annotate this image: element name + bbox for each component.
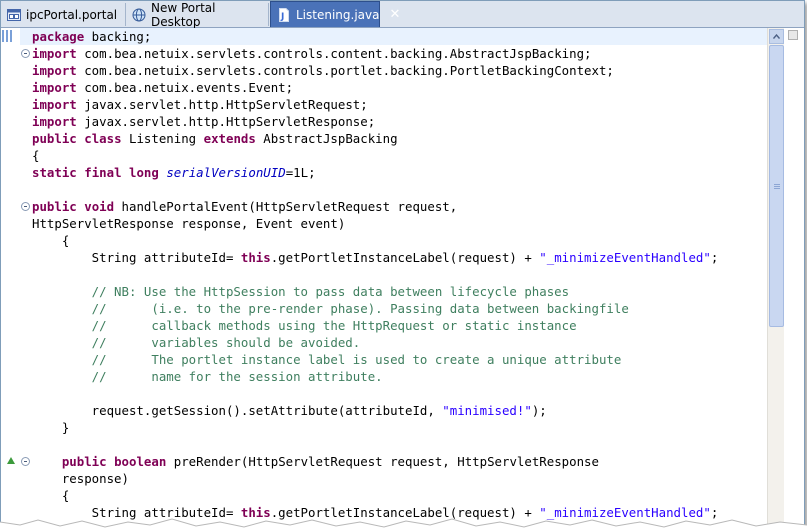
fold-toggle-icon[interactable]	[21, 202, 30, 211]
chevron-up-icon	[773, 34, 780, 39]
scrollbar-thumb[interactable]	[769, 45, 784, 327]
close-icon[interactable]: ✕	[389, 7, 400, 22]
java-file-icon: J	[279, 7, 289, 22]
tab-label: ipcPortal.portal	[26, 7, 118, 22]
tab-ipcportal-portal[interactable]: ipcPortal.portal	[1, 3, 126, 26]
code-line: {	[32, 148, 40, 163]
code-text-area[interactable]: package backing; import com.bea.netuix.s…	[20, 28, 779, 527]
fold-toggle-icon[interactable]	[21, 49, 30, 58]
grip-icon	[774, 184, 780, 189]
code-line: request.getSession().setAttribute(attrib…	[32, 403, 547, 418]
tab-listening-java[interactable]: J Listening.java ✕	[270, 1, 400, 27]
torn-edge	[0, 518, 807, 532]
code-line: {	[32, 233, 70, 248]
code-editor[interactable]: package backing; import com.bea.netuix.s…	[1, 28, 804, 527]
code-line: public class Listening extends AbstractJ…	[32, 131, 398, 146]
code-comment: // name for the session attribute.	[32, 369, 383, 384]
vertical-ruler	[1, 28, 20, 527]
tab-new-portal-desktop[interactable]: New Portal Desktop	[126, 0, 269, 29]
code-line: }	[32, 420, 70, 435]
svg-text:J: J	[280, 12, 284, 22]
quick-diff-marker	[2, 30, 12, 42]
tab-label: Listening.java	[296, 7, 380, 22]
code-comment: // variables should be avoided.	[32, 335, 361, 350]
overview-status-icon	[788, 30, 798, 40]
code-comment: // callback methods using the HttpReques…	[32, 318, 577, 333]
editor-tab-bar: ipcPortal.portal New Portal Desktop J Li…	[1, 0, 804, 29]
override-indicator-icon	[7, 457, 15, 464]
code-line: import javax.servlet.http.HttpServletReq…	[32, 97, 368, 112]
code-line: import com.bea.netuix.events.Event;	[32, 80, 294, 95]
code-comment: // The portlet instance label is used to…	[32, 352, 622, 367]
overview-ruler	[784, 28, 804, 527]
fold-toggle-icon[interactable]	[21, 457, 30, 466]
editor-window: ipcPortal.portal New Portal Desktop J Li…	[0, 0, 805, 528]
code-line: package backing;	[20, 28, 779, 45]
code-line: {	[32, 488, 70, 503]
code-line: public boolean preRender(HttpServletRequ…	[61, 454, 599, 469]
code-line: response)	[32, 471, 129, 486]
code-line: HttpServletResponse response, Event even…	[32, 216, 346, 231]
code-comment: // NB: Use the HttpSession to pass data …	[32, 284, 570, 299]
code-line: import com.bea.netuix.servlets.controls.…	[32, 63, 614, 78]
portal-file-icon	[7, 8, 21, 21]
code-line: import com.bea.netuix.servlets.controls.…	[32, 46, 592, 61]
code-line: String attributeId= this.getPortletInsta…	[32, 250, 719, 265]
scroll-up-button[interactable]	[769, 29, 784, 44]
code-line: import javax.servlet.http.HttpServletRes…	[32, 114, 376, 129]
globe-icon	[132, 8, 146, 21]
code-line: public void handlePortalEvent(HttpServle…	[32, 199, 458, 214]
vertical-scrollbar[interactable]	[767, 28, 785, 527]
tab-label: New Portal Desktop	[151, 0, 216, 29]
code-line: static final long serialVersionUID=1L;	[32, 165, 316, 180]
code-comment: // (i.e. to the pre-render phase). Passi…	[32, 301, 629, 316]
